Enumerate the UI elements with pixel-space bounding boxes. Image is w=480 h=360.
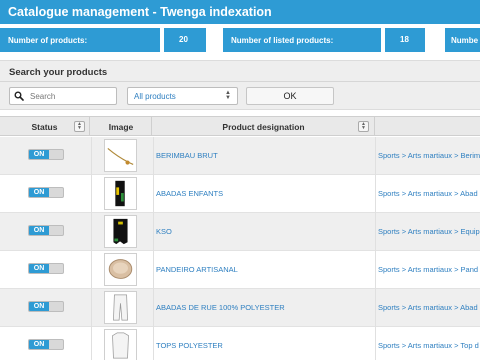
toggle-on-label: ON bbox=[29, 340, 49, 349]
toggle-on-label: ON bbox=[29, 188, 49, 197]
stat-products-value-text: 20 bbox=[179, 35, 188, 44]
product-category-link[interactable]: Sports > Arts martiaux > Abad bbox=[378, 189, 478, 198]
ok-button[interactable]: OK bbox=[246, 87, 334, 105]
product-category-link[interactable]: Sports > Arts martiaux > Pand bbox=[378, 265, 478, 274]
cell-divider bbox=[153, 213, 154, 251]
product-name-link[interactable]: ABADAS ENFANTS bbox=[156, 189, 223, 198]
search-input[interactable] bbox=[30, 90, 114, 102]
status-toggle[interactable]: ON bbox=[28, 149, 64, 160]
table-header: Status ▲ ▼ Image Product designation ▲ ▼ bbox=[0, 116, 480, 136]
product-filter-value: All products bbox=[134, 92, 176, 101]
cell-divider bbox=[375, 251, 376, 289]
cell-divider bbox=[91, 175, 92, 213]
cell-divider bbox=[91, 327, 92, 360]
product-thumbnail-kso[interactable] bbox=[104, 215, 137, 248]
cell-divider bbox=[91, 213, 92, 251]
stat-third-label-text: Numbe bbox=[451, 35, 479, 45]
table-row: ON TOPS POLYESTER Sports > Arts martiaux… bbox=[0, 327, 480, 360]
status-toggle[interactable]: ON bbox=[28, 225, 64, 236]
product-thumbnail-berimbau[interactable] bbox=[104, 139, 137, 172]
kso-image bbox=[113, 218, 128, 245]
sort-status-icon[interactable]: ▲ ▼ bbox=[74, 121, 85, 132]
pandeiro-image bbox=[108, 259, 133, 279]
table-row: ON PANDEIRO ARTISANAL Sports > Arts mart… bbox=[0, 251, 480, 289]
column-header-image: Image bbox=[91, 117, 152, 136]
cell-divider bbox=[153, 137, 154, 175]
cell-divider bbox=[153, 251, 154, 289]
product-category-link[interactable]: Sports > Arts martiaux > Equip bbox=[378, 227, 480, 236]
column-header-image-label: Image bbox=[108, 121, 134, 132]
column-header-designation[interactable]: Product designation bbox=[153, 117, 375, 136]
cell-divider bbox=[153, 327, 154, 360]
stat-listed-value-text: 18 bbox=[400, 35, 409, 44]
search-panel: Search your products All products ▲▼ OK bbox=[0, 60, 480, 110]
toggle-on-label: ON bbox=[29, 302, 49, 311]
cell-divider bbox=[153, 175, 154, 213]
product-thumbnail-abadas-kids[interactable] bbox=[104, 177, 137, 210]
status-toggle[interactable]: ON bbox=[28, 301, 64, 312]
tops-image bbox=[112, 332, 129, 359]
cell-divider bbox=[375, 213, 376, 251]
product-thumbnail-tops[interactable] bbox=[104, 329, 137, 360]
product-name-link[interactable]: KSO bbox=[156, 227, 172, 236]
product-filter-select[interactable]: All products ▲ ▼ bbox=[127, 87, 238, 105]
column-header-designation-label: Product designation bbox=[222, 121, 305, 132]
toggle-on-label: ON bbox=[29, 150, 49, 159]
product-category-link[interactable]: Sports > Arts martiaux > Berim bbox=[378, 151, 480, 160]
cell-divider bbox=[375, 289, 376, 327]
stat-listed-label: Number of listed products: bbox=[223, 28, 381, 52]
table-row: ON BERIMBAU BRUT Sports > Arts martiaux … bbox=[0, 137, 480, 175]
status-toggle[interactable]: ON bbox=[28, 339, 64, 350]
stats-bar: Number of products: 20 Number of listed … bbox=[0, 28, 480, 52]
abadas-kids-image bbox=[115, 180, 125, 207]
search-panel-title: Search your products bbox=[9, 67, 108, 78]
toggle-on-label: ON bbox=[29, 264, 49, 273]
toggle-on-label: ON bbox=[29, 226, 49, 235]
stat-third-label: Numbe bbox=[445, 28, 480, 52]
product-category-link[interactable]: Sports > Arts martiaux > Top d bbox=[378, 341, 479, 350]
stat-products-value: 20 bbox=[164, 28, 206, 52]
cell-divider bbox=[91, 289, 92, 327]
sort-designation-icon[interactable]: ▲ ▼ bbox=[358, 121, 369, 132]
cell-divider bbox=[153, 289, 154, 327]
status-toggle[interactable]: ON bbox=[28, 263, 64, 274]
cell-divider bbox=[375, 137, 376, 175]
search-divider bbox=[0, 81, 480, 82]
table-row: ON ABADAS ENFANTS Sports > Arts martiaux… bbox=[0, 175, 480, 213]
product-name-link[interactable]: TOPS POLYESTER bbox=[156, 341, 223, 350]
table-row: ON KSO Sports > Arts martiaux > Equip bbox=[0, 213, 480, 251]
table-row: ON ABADAS DE RUE 100% POLYESTER Sports >… bbox=[0, 289, 480, 327]
search-icon bbox=[14, 91, 24, 101]
abadas-street-image bbox=[113, 294, 128, 321]
product-thumbnail-pandeiro[interactable] bbox=[104, 253, 137, 286]
cell-divider bbox=[375, 175, 376, 213]
product-thumbnail-abadas-street[interactable] bbox=[104, 291, 137, 324]
stat-listed-value: 18 bbox=[385, 28, 425, 52]
cell-divider bbox=[91, 251, 92, 289]
product-name-link[interactable]: PANDEIRO ARTISANAL bbox=[156, 265, 238, 274]
berimbau-image bbox=[107, 148, 134, 165]
stat-products-label: Number of products: bbox=[0, 28, 160, 52]
cell-divider bbox=[91, 137, 92, 175]
status-toggle[interactable]: ON bbox=[28, 187, 64, 198]
column-header-status-label: Status bbox=[31, 121, 58, 132]
stat-listed-label-text: Number of listed products: bbox=[231, 35, 334, 45]
page-title: Catalogue management - Twenga indexation bbox=[0, 0, 480, 24]
product-name-link[interactable]: ABADAS DE RUE 100% POLYESTER bbox=[156, 303, 285, 312]
select-arrows-icon: ▲ ▼ bbox=[225, 90, 231, 101]
search-box[interactable] bbox=[9, 87, 117, 105]
cell-divider bbox=[375, 327, 376, 360]
product-category-link[interactable]: Sports > Arts martiaux > Abad bbox=[378, 303, 478, 312]
product-name-link[interactable]: BERIMBAU BRUT bbox=[156, 151, 218, 160]
stat-products-label-text: Number of products: bbox=[8, 35, 88, 45]
